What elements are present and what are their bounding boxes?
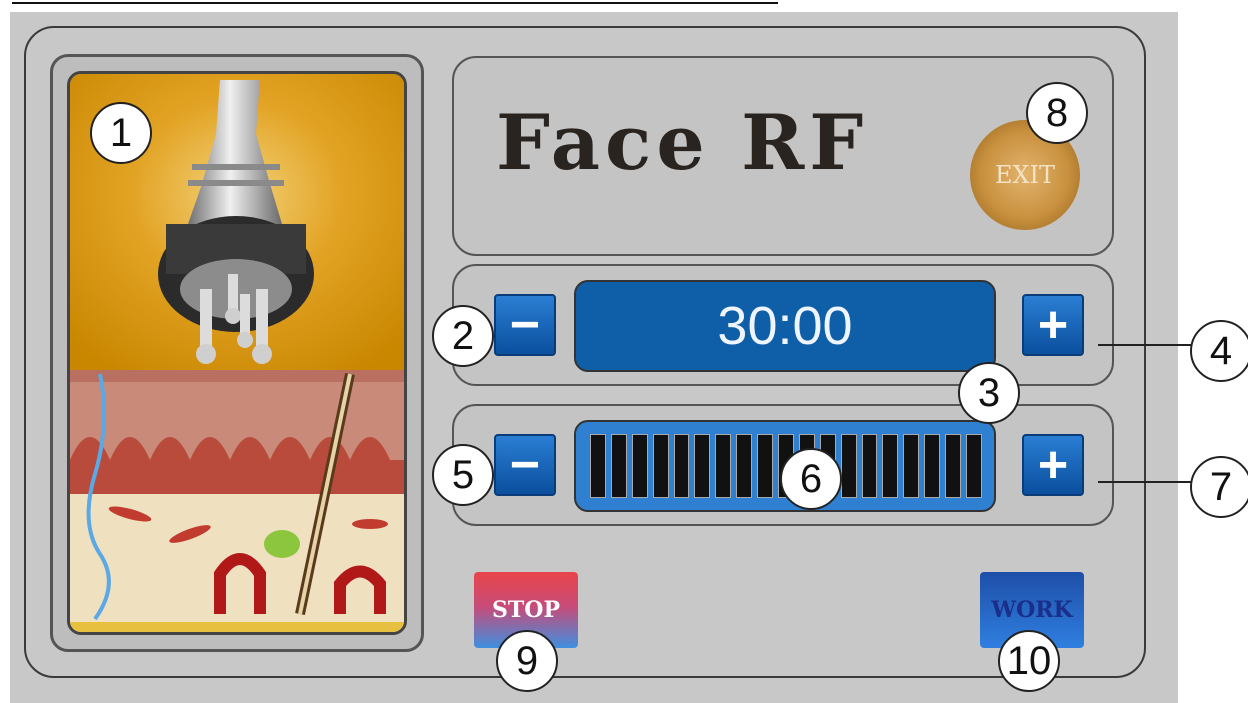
level-bar-segment: [631, 434, 648, 498]
callout-8: 8: [1026, 82, 1088, 144]
header-rule: [12, 2, 778, 4]
callout-5: 5: [432, 444, 494, 506]
title-panel: Face RF EXIT: [452, 56, 1114, 256]
callout-10: 10: [998, 630, 1060, 692]
level-bar-segment: [715, 434, 732, 498]
timer-panel: − 30:00 +: [452, 264, 1114, 386]
timer-value: 30:00: [717, 296, 853, 356]
timer-decrease-button[interactable]: −: [494, 294, 556, 356]
minus-icon: −: [509, 436, 541, 494]
timer-display: 30:00: [574, 280, 996, 372]
level-decrease-button[interactable]: −: [494, 434, 556, 496]
level-bar-segment: [694, 434, 711, 498]
callout-7-leader: [1098, 481, 1194, 483]
level-bar-segment: [861, 434, 878, 498]
level-bar-segment: [882, 434, 899, 498]
stop-label: STOP: [492, 597, 560, 623]
mode-title: Face RF: [496, 98, 869, 187]
level-bar-segment: [945, 434, 962, 498]
callout-2: 2: [432, 305, 494, 367]
callout-9: 9: [496, 630, 558, 692]
callout-1: 1: [90, 102, 152, 164]
callout-3: 3: [958, 362, 1020, 424]
level-bar-segment: [924, 434, 941, 498]
level-bar-segment: [673, 434, 690, 498]
plus-icon: +: [1037, 436, 1069, 494]
level-bar-segment: [610, 434, 627, 498]
level-increase-button[interactable]: +: [1022, 434, 1084, 496]
level-bar-segment: [652, 434, 669, 498]
level-bar-segment: [590, 434, 606, 498]
timer-increase-button[interactable]: +: [1022, 294, 1084, 356]
exit-label: EXIT: [994, 161, 1056, 189]
callout-7: 7: [1190, 456, 1248, 518]
level-bar-segment: [966, 434, 982, 498]
level-bar-segment: [840, 434, 857, 498]
callout-4-leader: [1098, 344, 1194, 346]
callout-6: 6: [780, 448, 842, 510]
plus-icon: +: [1037, 296, 1069, 354]
callout-4: 4: [1190, 320, 1248, 382]
level-bar-segment: [903, 434, 920, 498]
level-bar-segment: [736, 434, 753, 498]
work-label: WORK: [991, 597, 1073, 623]
minus-icon: −: [509, 296, 541, 354]
level-bar-segment: [757, 434, 774, 498]
